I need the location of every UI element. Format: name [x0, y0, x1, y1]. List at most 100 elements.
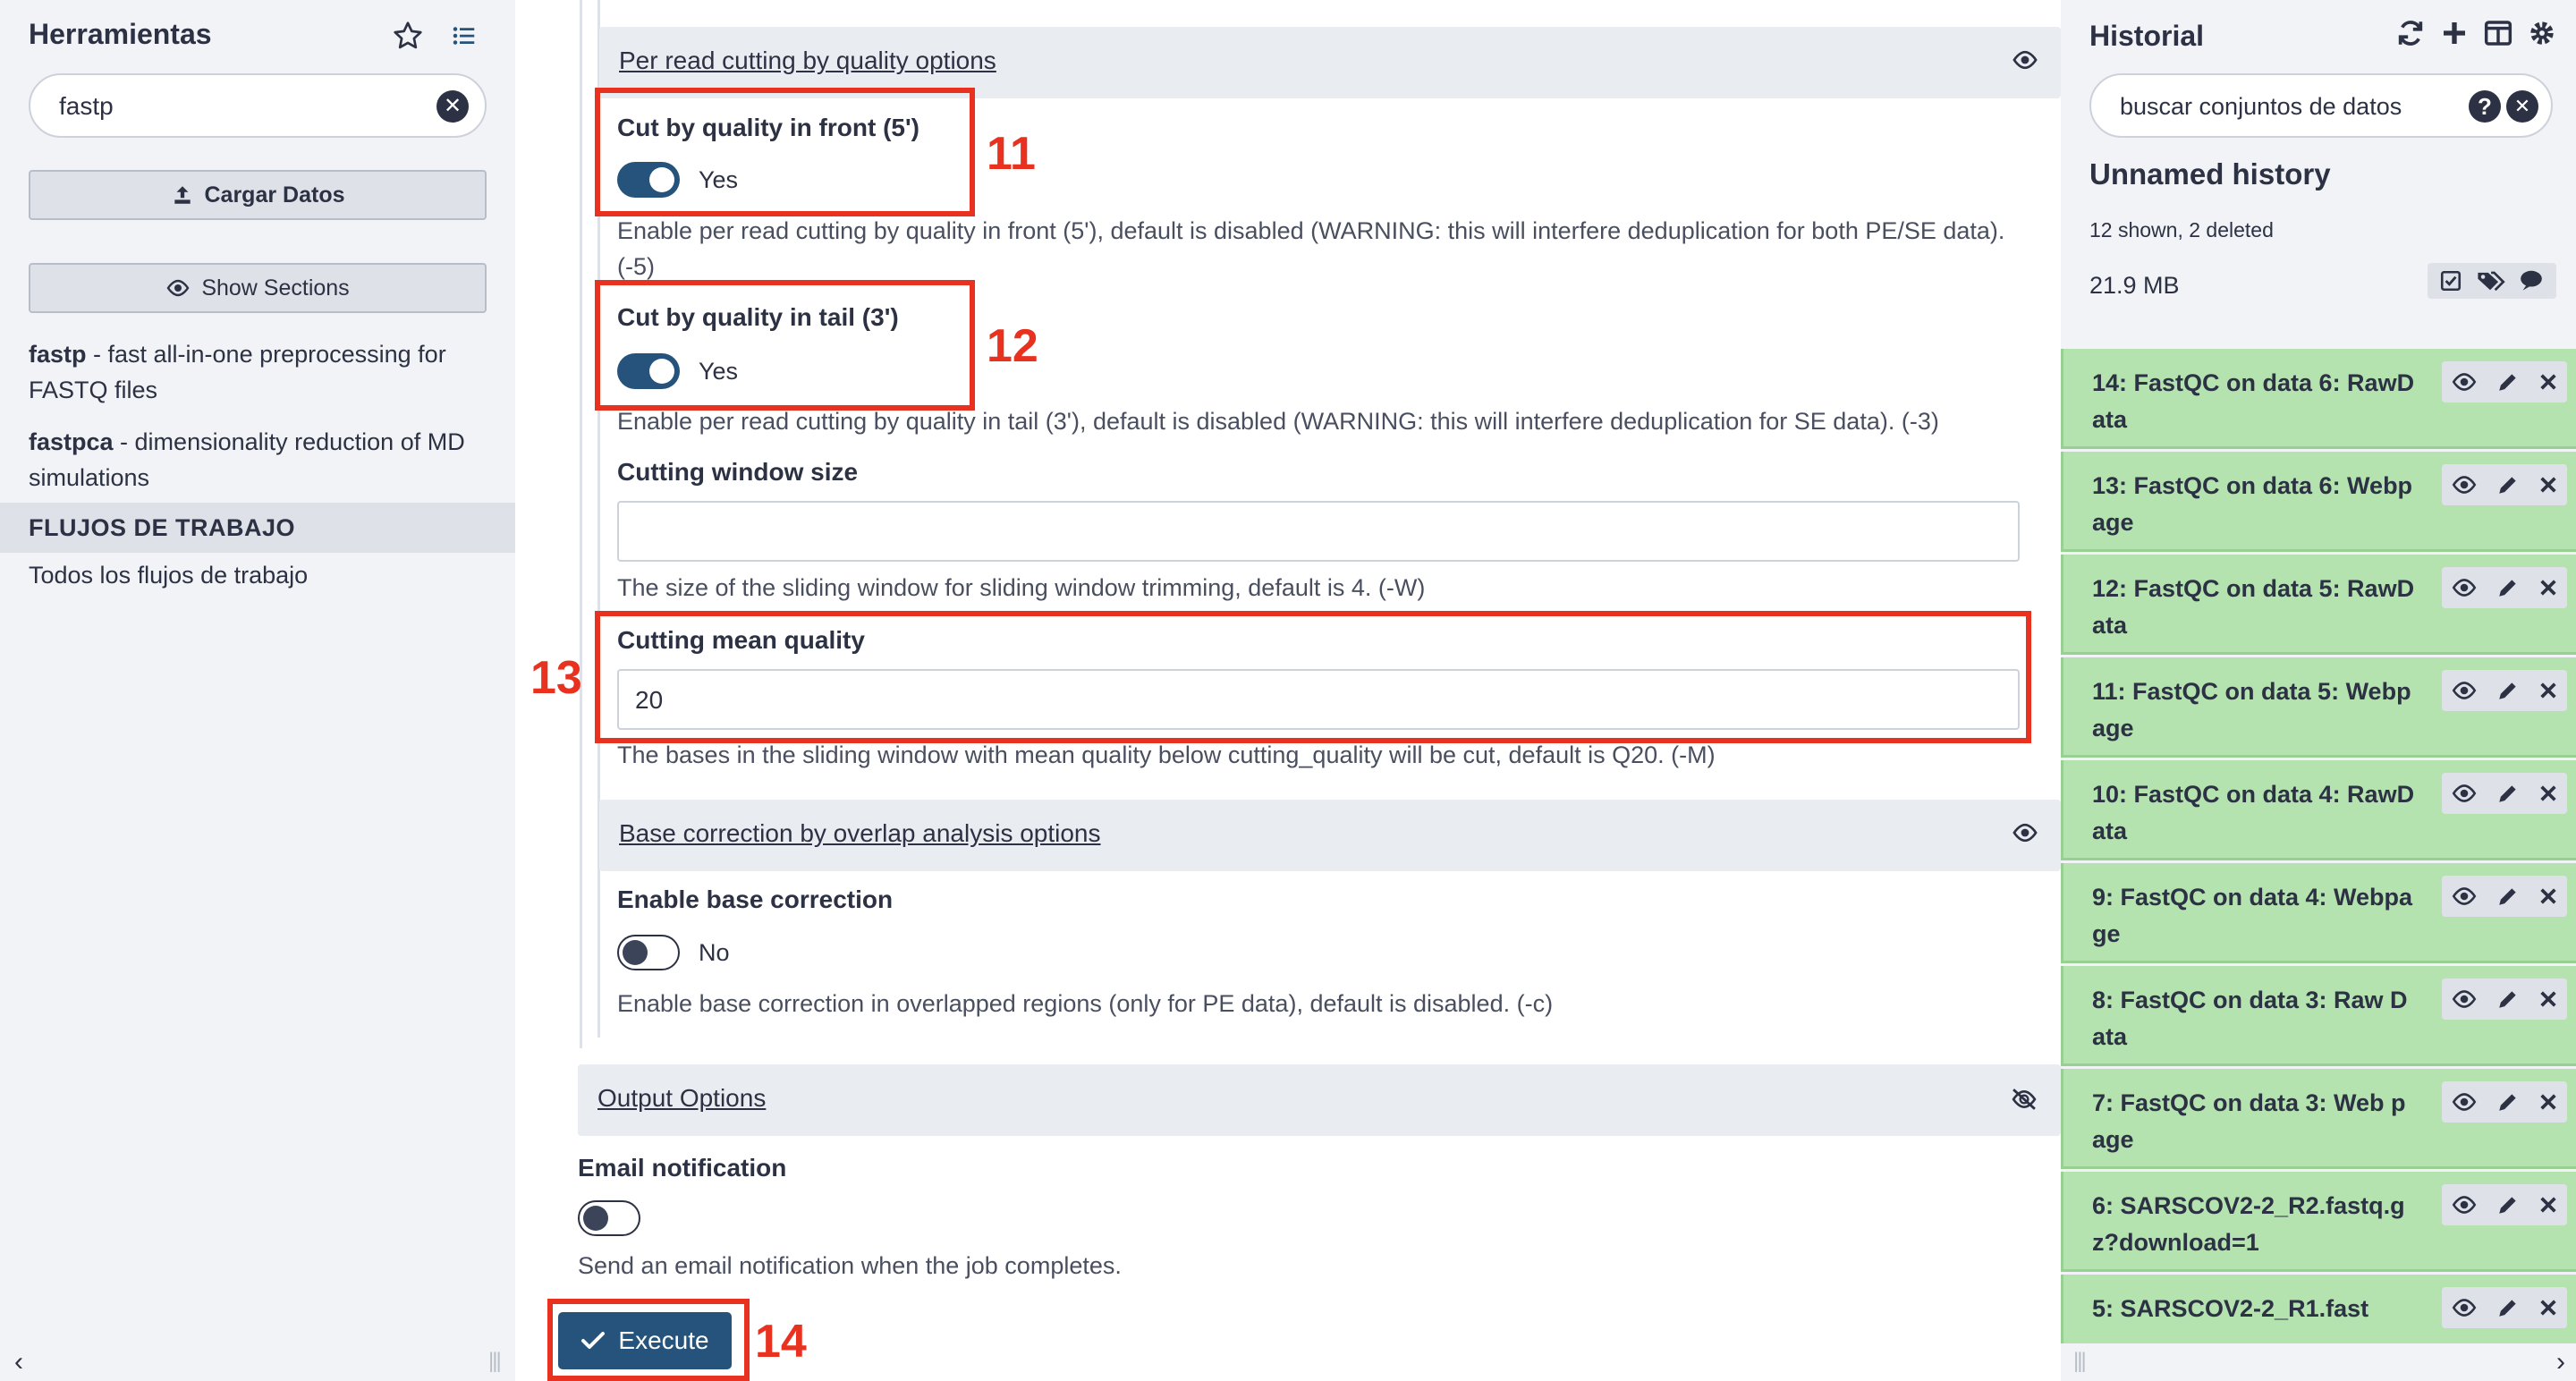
eye-icon[interactable]: [2451, 886, 2478, 906]
resize-handle-icon[interactable]: |||: [488, 1349, 502, 1374]
pencil-icon[interactable]: [2496, 782, 2520, 805]
list-icon[interactable]: [451, 22, 478, 49]
dataset-name[interactable]: 5: SARSCOV2-2_R1.fast: [2092, 1291, 2416, 1327]
resize-handle-icon[interactable]: |||: [2073, 1349, 2087, 1374]
comment-icon[interactable]: [2518, 269, 2545, 292]
refresh-icon[interactable]: [2395, 18, 2426, 48]
close-icon[interactable]: [2538, 1092, 2558, 1112]
eye-icon[interactable]: [2451, 681, 2478, 700]
show-sections-button[interactable]: Show Sections: [29, 263, 487, 313]
pencil-icon[interactable]: [2496, 370, 2520, 394]
dataset-item[interactable]: 9: FastQC on data 4: Webpage: [2061, 863, 2576, 963]
eye-icon[interactable]: [2451, 1092, 2478, 1112]
dataset-item[interactable]: 5: SARSCOV2-2_R1.fast: [2061, 1275, 2576, 1343]
close-icon[interactable]: [2538, 1195, 2558, 1215]
pencil-icon[interactable]: [2496, 885, 2520, 908]
dataset-name[interactable]: 6: SARSCOV2-2_R2.fastq.gz?download=1: [2092, 1188, 2416, 1261]
annotation-box-13: [595, 611, 2031, 743]
output-options-section-header[interactable]: Output Options: [578, 1064, 2061, 1136]
pencil-icon[interactable]: [2496, 987, 2520, 1011]
dataset-name[interactable]: 11: FastQC on data 5: Webpage: [2092, 674, 2416, 747]
eye-slash-icon[interactable]: [2009, 1088, 2039, 1111]
pencil-icon[interactable]: [2496, 1296, 2520, 1319]
dataset-name[interactable]: 7: FastQC on data 3: Web page: [2092, 1085, 2416, 1158]
section-indent-line: [580, 0, 582, 1048]
tool-item-fastpca[interactable]: fastpca - dimensionality reduction of MD…: [29, 424, 494, 496]
tool-name: fastp: [29, 341, 87, 368]
eye-icon[interactable]: [2011, 823, 2039, 843]
eye-icon[interactable]: [2451, 578, 2478, 597]
close-icon[interactable]: [2538, 372, 2558, 392]
dataset-name[interactable]: 9: FastQC on data 4: Webpage: [2092, 879, 2416, 953]
close-icon[interactable]: [2538, 475, 2558, 495]
dataset-item[interactable]: 14: FastQC on data 6: RawData: [2061, 349, 2576, 449]
close-icon[interactable]: [2538, 989, 2558, 1009]
window-size-input[interactable]: [617, 501, 2020, 562]
dataset-item[interactable]: 7: FastQC on data 3: Web page: [2061, 1069, 2576, 1169]
dataset-item[interactable]: 11: FastQC on data 5: Webpage: [2061, 657, 2576, 758]
collapse-right-icon[interactable]: ›: [2556, 1347, 2565, 1377]
tool-search-input[interactable]: fastp ✕: [29, 73, 487, 138]
close-icon[interactable]: [2538, 784, 2558, 803]
tools-panel-title: Herramientas: [29, 18, 212, 50]
star-icon[interactable]: [392, 20, 424, 52]
clear-search-icon[interactable]: ✕: [2506, 90, 2538, 123]
history-dataset-list: 14: FastQC on data 6: RawData 13: FastQC…: [2061, 349, 2576, 1343]
plus-icon[interactable]: [2440, 19, 2469, 47]
dataset-item[interactable]: 13: FastQC on data 6: Webpage: [2061, 452, 2576, 552]
email-notification-help: Send an email notification when the job …: [578, 1252, 1122, 1279]
eye-icon[interactable]: [2451, 372, 2478, 392]
close-icon[interactable]: [2538, 886, 2558, 906]
dataset-actions: [2442, 876, 2567, 917]
dataset-item[interactable]: 6: SARSCOV2-2_R2.fastq.gz?download=1: [2061, 1172, 2576, 1272]
upload-data-button[interactable]: Cargar Datos: [29, 170, 487, 220]
dataset-actions: [2442, 464, 2567, 505]
dataset-name[interactable]: 10: FastQC on data 4: RawData: [2092, 776, 2416, 850]
base-correction-section-header[interactable]: Base correction by overlap analysis opti…: [599, 800, 2061, 871]
tool-search-value: fastp: [59, 92, 114, 120]
close-icon[interactable]: [2538, 1298, 2558, 1317]
eye-icon[interactable]: [2451, 784, 2478, 803]
eye-icon: [166, 279, 190, 297]
eye-icon[interactable]: [2011, 50, 2039, 70]
dataset-item[interactable]: 12: FastQC on data 5: RawData: [2061, 555, 2576, 655]
dataset-item[interactable]: 8: FastQC on data 3: Raw Data: [2061, 966, 2576, 1066]
eye-icon[interactable]: [2451, 989, 2478, 1009]
pencil-icon[interactable]: [2496, 1193, 2520, 1216]
workflows-section-header[interactable]: FLUJOS DE TRABAJO: [0, 503, 515, 553]
tags-icon[interactable]: [2475, 268, 2505, 293]
dataset-item[interactable]: 10: FastQC on data 4: RawData: [2061, 760, 2576, 860]
dataset-name[interactable]: 12: FastQC on data 5: RawData: [2092, 571, 2416, 644]
pencil-icon[interactable]: [2496, 679, 2520, 702]
dataset-name[interactable]: 8: FastQC on data 3: Raw Data: [2092, 982, 2416, 1055]
close-icon[interactable]: [2538, 578, 2558, 597]
eye-icon[interactable]: [2451, 1298, 2478, 1317]
dataset-name[interactable]: 13: FastQC on data 6: Webpage: [2092, 468, 2416, 541]
history-search-input[interactable]: buscar conjuntos de datos ? ✕: [2089, 73, 2553, 138]
pencil-icon[interactable]: [2496, 576, 2520, 599]
eye-icon[interactable]: [2451, 1195, 2478, 1215]
base-correction-toggle[interactable]: [617, 935, 680, 970]
close-icon[interactable]: [2538, 681, 2558, 700]
collapse-left-icon[interactable]: ‹: [14, 1347, 23, 1377]
history-search-placeholder: buscar conjuntos de datos: [2120, 93, 2402, 120]
eye-icon[interactable]: [2451, 475, 2478, 495]
annotation-number-13: 13: [530, 652, 582, 704]
annotation-number-12: 12: [987, 320, 1038, 372]
gear-icon[interactable]: [2528, 19, 2556, 47]
history-name[interactable]: Unnamed history: [2089, 157, 2331, 191]
pencil-icon[interactable]: [2496, 1090, 2520, 1114]
clear-search-icon[interactable]: ✕: [436, 90, 469, 123]
help-icon[interactable]: ?: [2469, 90, 2501, 123]
dataset-actions: [2442, 1081, 2567, 1123]
history-panel-title: Historial: [2089, 20, 2205, 52]
all-workflows-link[interactable]: Todos los flujos de trabajo: [29, 562, 308, 589]
pencil-icon[interactable]: [2496, 473, 2520, 496]
annotation-box-11: [595, 88, 975, 216]
checkbox-icon[interactable]: [2439, 269, 2462, 292]
annotation-box-14: [547, 1299, 750, 1381]
columns-icon[interactable]: [2483, 19, 2513, 47]
dataset-name[interactable]: 14: FastQC on data 6: RawData: [2092, 365, 2416, 438]
email-notification-toggle[interactable]: [578, 1200, 640, 1236]
tool-item-fastp[interactable]: fastp - fast all-in-one preprocessing fo…: [29, 336, 494, 408]
